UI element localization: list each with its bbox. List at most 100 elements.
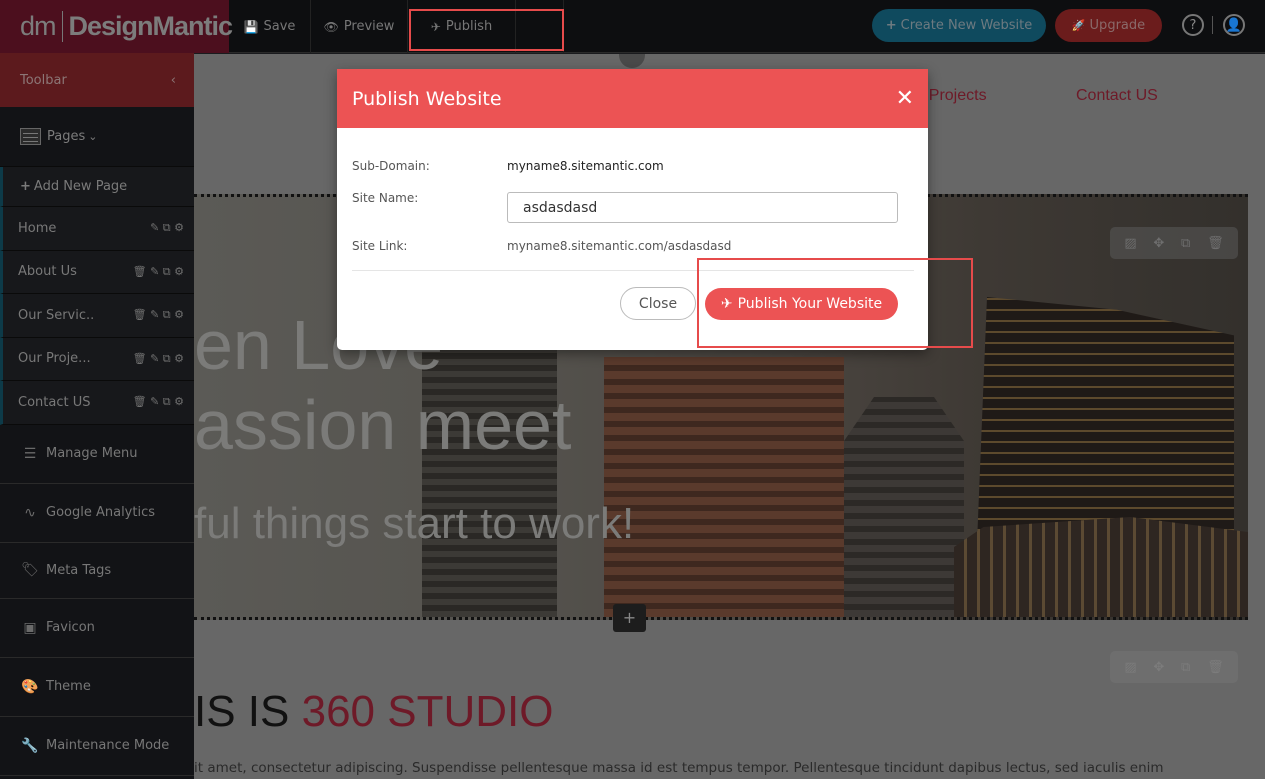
logo-mark: dm [20,11,63,42]
save-label: Save [263,19,296,34]
designmantic-logo[interactable]: dm DesignMantic [0,0,233,53]
page-item-our-services[interactable]: Our Servic.. 🗑 ✎ ⧉ ⚙ [0,294,194,338]
rocket-icon: 🚀 [1071,19,1086,32]
add-section-button[interactable]: + [613,604,646,632]
about-block-tools: ▨ ✥ ⧉ 🗑 [1110,651,1238,683]
pages-icon [20,128,41,145]
sidebar: Toolbar ‹ Pages ⌄ + Add New Page Home ✎ … [0,53,194,779]
logo-text: DesignMantic [68,11,234,41]
about-heading: IS IS 360 STUDIO [194,687,553,737]
sitelink-label: Site Link: [352,239,408,253]
building-image [844,397,964,617]
favicon-icon: ▣ [23,619,37,636]
building-image [954,517,1248,617]
page-label: Contact US [18,394,91,410]
trash-icon[interactable]: 🗑 [1207,236,1224,251]
page-action-icons[interactable]: 🗑 ✎ ⧉ ⚙ [133,265,184,279]
tag-icon: 🏷 [21,562,39,578]
about-heading-prefix: IS IS [194,687,302,736]
close-button[interactable]: Close [620,287,696,320]
sidebar-item-manage-menu[interactable]: ☰ Manage Menu [0,425,194,484]
page-label: About Us [18,264,77,280]
toolbar-header[interactable]: Toolbar ‹ [0,53,194,107]
publish-highlight-box [409,9,564,51]
sitename-label: Site Name: [352,191,419,205]
hero-heading-line2: assion meet [194,386,572,464]
move-icon[interactable]: ✥ [1153,660,1164,675]
subdomain-label: Sub-Domain: [352,159,430,173]
publish-website-highlight-box [697,258,973,348]
sidebar-item-theme[interactable]: 🎨 Theme [0,658,194,717]
image-icon[interactable]: ▨ [1124,236,1136,251]
sitelink-value[interactable]: myname8.sitemantic.com/asdasdasd [507,239,731,253]
site-name-input[interactable] [507,192,898,223]
create-label: Create New Website [900,18,1033,33]
page-item-about-us[interactable]: About Us 🗑 ✎ ⧉ ⚙ [0,250,194,294]
analytics-icon: ∿ [24,504,36,521]
modal-header: Publish Website ✕ [337,69,928,128]
sitelink-row: Site Link: myname8.sitemantic.com/asdasd… [352,239,912,253]
hero-subheading: ful things start to work! [194,499,635,548]
toolbar-label: Toolbar [20,72,67,88]
copy-icon[interactable]: ⧉ [1181,660,1190,675]
modal-title: Publish Website [352,87,502,110]
trash-icon[interactable]: 🗑 [1207,660,1224,675]
help-icon[interactable]: ? [1182,14,1204,36]
about-heading-accent: 360 STUDIO [301,687,554,736]
menu-icon: ☰ [23,445,37,462]
eye-icon: 👁 [323,19,339,34]
page-label: Home [18,220,57,236]
close-icon[interactable]: ✕ [896,86,914,111]
building-image [604,357,844,617]
sidebar-item-favicon[interactable]: ▣ Favicon [0,599,194,658]
upgrade-label: Upgrade [1089,18,1146,33]
sidebar-item-label: Google Analytics [46,505,156,520]
chevron-left-icon[interactable]: ‹ [171,73,176,88]
sidebar-item-google-analytics[interactable]: ∿ Google Analytics [0,484,194,543]
hero-block-tools: ▨ ✥ ⧉ 🗑 [1110,227,1238,259]
preview-button[interactable]: 👁 Preview [311,0,408,53]
chevron-up-icon[interactable]: ^ [619,54,645,68]
nav-link-contact-us[interactable]: Contact US [1076,87,1158,105]
save-button[interactable]: 💾 Save [229,0,311,53]
about-paragraph: it amet, consectetur adipiscing. Suspend… [194,760,1164,776]
sidebar-item-label: Meta Tags [46,562,112,578]
page-label: Our Servic.. [18,307,95,323]
page-label: Our Proje... [18,351,91,367]
page-item-contact-us[interactable]: Contact US 🗑 ✎ ⧉ ⚙ [0,381,194,425]
palette-icon: 🎨 [21,678,39,695]
page-action-icons[interactable]: 🗑 ✎ ⧉ ⚙ [133,352,184,366]
add-new-page-button[interactable]: + Add New Page [0,167,194,207]
plus-icon: + [885,18,897,33]
top-bar: dm DesignMantic 💾 Save 👁 Preview ✈ Publi… [0,0,1265,53]
pages-toggle[interactable]: Pages ⌄ [0,107,194,167]
page-action-icons[interactable]: 🗑 ✎ ⧉ ⚙ [133,395,184,409]
create-new-website-button[interactable]: + Create New Website [872,9,1046,42]
upgrade-button[interactable]: 🚀 Upgrade [1055,9,1162,42]
sidebar-item-label: Manage Menu [46,446,138,461]
divider [1212,16,1213,34]
copy-icon[interactable]: ⧉ [1181,236,1190,251]
sidebar-item-label: Maintenance Mode [46,738,170,753]
user-avatar-icon[interactable]: 👤 [1223,14,1245,36]
move-icon[interactable]: ✥ [1153,236,1164,251]
sidebar-item-label: Theme [46,679,91,694]
subdomain-row: Sub-Domain: myname8.sitemantic.com [352,159,912,173]
nav-link-our-projects[interactable]: r Projects [919,87,987,105]
plus-icon: + [20,179,31,194]
sidebar-item-maintenance-mode[interactable]: 🔧 Maintenance Mode [0,717,194,776]
page-action-icons[interactable]: ✎ ⧉ ⚙ [150,221,184,235]
page-item-home[interactable]: Home ✎ ⧉ ⚙ [0,207,194,251]
preview-label: Preview [343,19,395,34]
page-action-icons[interactable]: 🗑 ✎ ⧉ ⚙ [133,308,184,322]
add-page-label: Add New Page [33,179,128,194]
sidebar-item-label: Favicon [46,620,95,635]
sitename-row: Site Name: [352,191,418,205]
chevron-down-icon: ⌄ [88,130,98,143]
pages-label: Pages [47,129,86,144]
sidebar-item-meta-tags[interactable]: 🏷 Meta Tags [0,543,194,599]
subdomain-value: myname8.sitemantic.com [507,159,664,173]
page-item-our-projects[interactable]: Our Proje... 🗑 ✎ ⧉ ⚙ [0,337,194,381]
image-icon[interactable]: ▨ [1124,660,1136,675]
save-icon: 💾 [243,19,259,34]
